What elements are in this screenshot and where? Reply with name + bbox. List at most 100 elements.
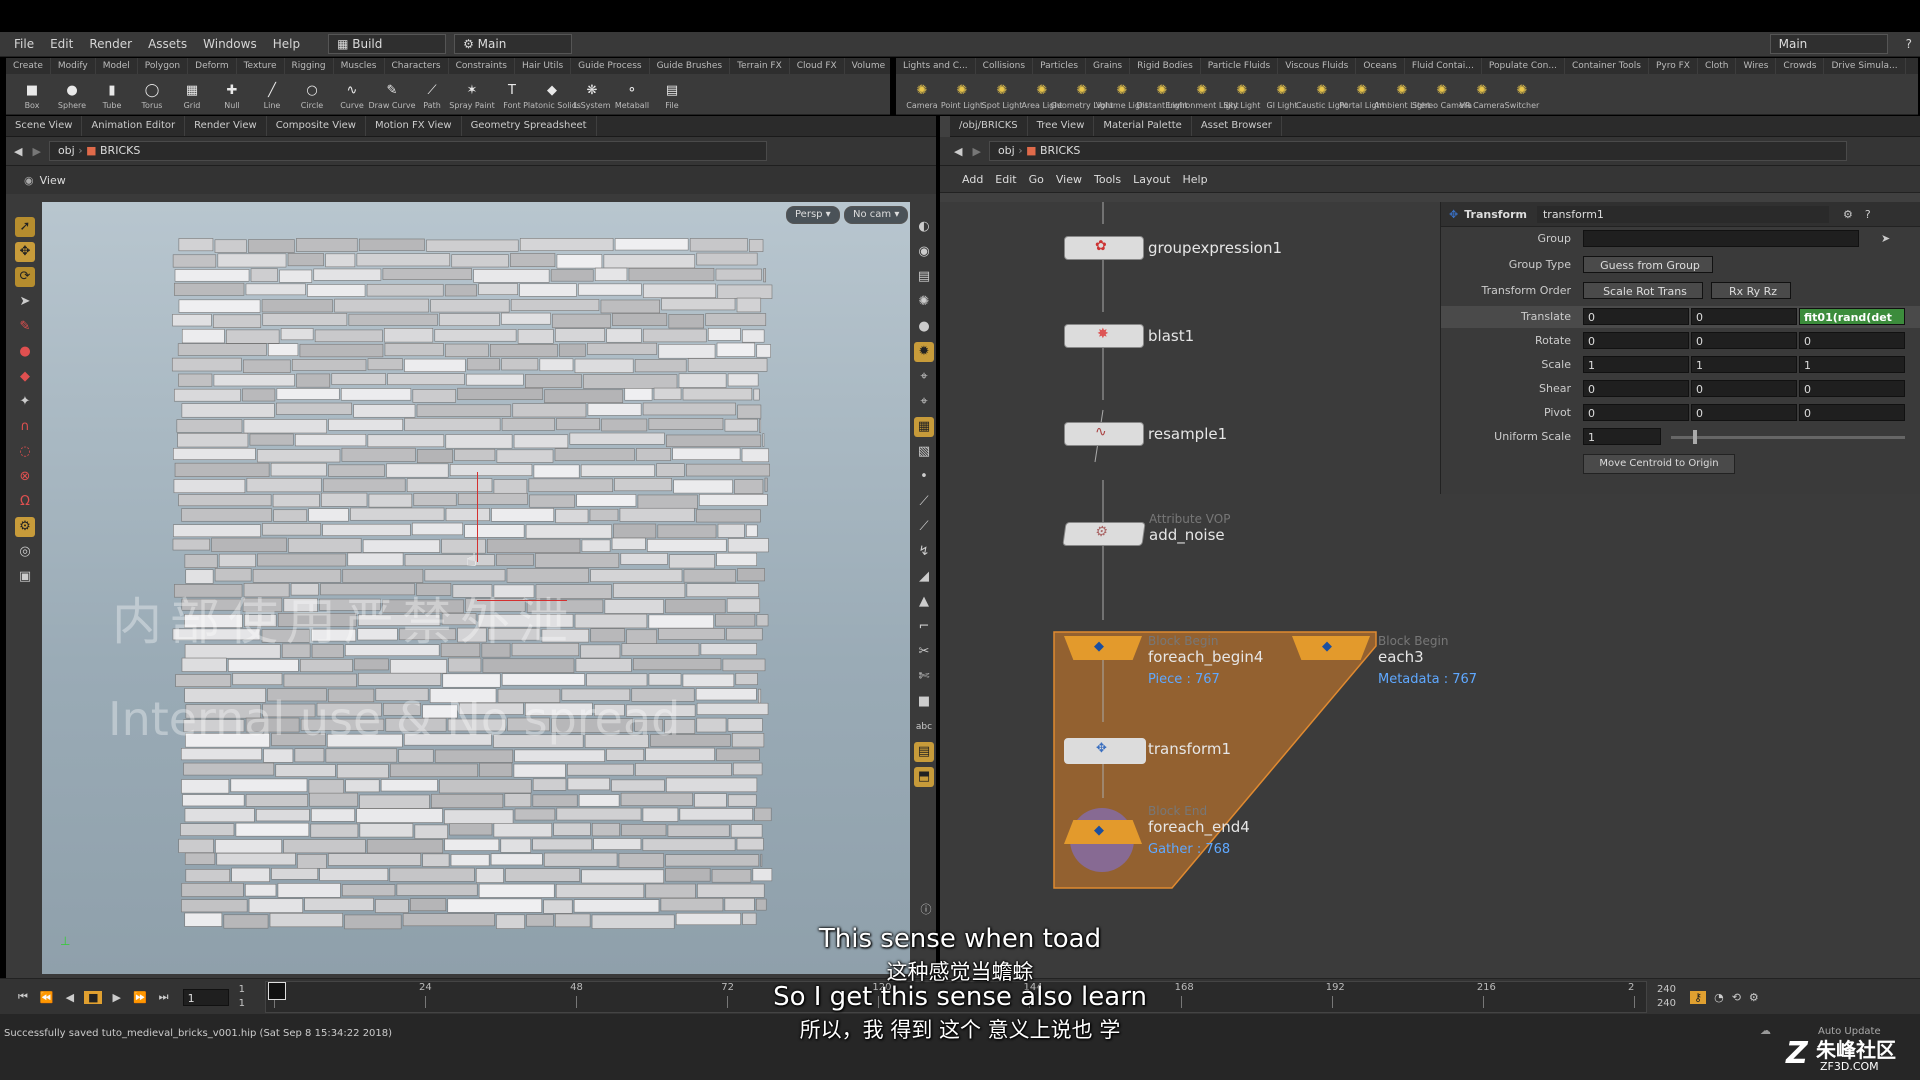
- square-icon[interactable]: ■: [914, 692, 934, 712]
- display-options-icon[interactable]: ◐: [914, 217, 934, 237]
- shear-y[interactable]: 0: [1691, 380, 1797, 397]
- lock-icon[interactable]: ▤: [914, 267, 934, 287]
- shear-x[interactable]: 0: [1583, 380, 1689, 397]
- uniform-scale-slider[interactable]: [1671, 436, 1905, 439]
- ghost-icon[interactable]: ▧: [914, 442, 934, 462]
- info-icon[interactable]: ⓘ: [916, 900, 936, 920]
- node-transform[interactable]: ✥: [1064, 738, 1146, 764]
- view-tool-icon[interactable]: ◎: [15, 542, 35, 562]
- shelf-tab[interactable]: Volume: [845, 58, 890, 74]
- help-icon[interactable]: ?: [1898, 32, 1920, 56]
- shelf-tool[interactable]: ∿ Curve: [332, 74, 372, 114]
- uniform-scale-slider-handle[interactable]: [1693, 430, 1697, 444]
- shelf-tool[interactable]: ✺ Switcher: [1502, 74, 1542, 114]
- shelf-tab[interactable]: Muscles: [334, 58, 385, 74]
- rotate-z[interactable]: 0: [1799, 332, 1905, 349]
- node-foreach-begin[interactable]: ◆: [1064, 636, 1142, 660]
- uv-icon[interactable]: ↯: [914, 542, 934, 562]
- pivot-x[interactable]: 0: [1583, 404, 1689, 421]
- forward-arrow-icon[interactable]: ▶: [32, 145, 40, 158]
- shelf-tab[interactable]: Hair Utils: [515, 58, 572, 74]
- back-arrow-icon[interactable]: ◀: [954, 145, 962, 158]
- right-context-dropdown[interactable]: Main: [1769, 34, 1888, 54]
- shelf-tool[interactable]: ⟋ Path: [412, 74, 452, 114]
- cut-icon[interactable]: ✂: [914, 642, 934, 662]
- shelf-tool[interactable]: ● Sphere: [52, 74, 92, 114]
- menu-file[interactable]: File: [0, 32, 42, 56]
- pane-tab[interactable]: Asset Browser: [1192, 116, 1282, 136]
- shading-icon[interactable]: ●: [914, 317, 934, 337]
- bucket-icon[interactable]: ▲: [914, 592, 934, 612]
- shelf-tool[interactable]: ✚ Null: [212, 74, 252, 114]
- scissors-icon[interactable]: ✄: [914, 667, 934, 687]
- pane-tab[interactable]: Motion FX View: [366, 116, 462, 136]
- rotate-y[interactable]: 0: [1691, 332, 1797, 349]
- menu-render[interactable]: Render: [81, 32, 140, 56]
- viewport-3d[interactable]: 内部使用严禁外泄 Internal use & No spread ☝ Pers…: [42, 202, 910, 974]
- scale-z[interactable]: 1: [1799, 356, 1905, 373]
- shelf-tool[interactable]: ✺ Stereo Camera: [1412, 74, 1472, 114]
- camera-tool-icon[interactable]: ▣: [15, 567, 35, 587]
- scene-path[interactable]: obj › ■ BRICKS: [48, 141, 767, 161]
- shelf-tab[interactable]: Collisions: [976, 58, 1034, 74]
- handle-tool-icon[interactable]: ✦: [15, 392, 35, 412]
- shelf-tab[interactable]: Polygon: [138, 58, 189, 74]
- normal-icon[interactable]: ⟋: [914, 492, 934, 512]
- shelf-tab[interactable]: Pyro FX: [1649, 58, 1698, 74]
- menu-help[interactable]: Help: [265, 32, 308, 56]
- shelf-tab[interactable]: Rigging: [285, 58, 334, 74]
- rotate-order-select[interactable]: Rx Ry Rz: [1711, 282, 1791, 299]
- persp-dropdown[interactable]: Persp ▾: [786, 206, 840, 224]
- pivot-y[interactable]: 0: [1691, 404, 1797, 421]
- shelf-tab[interactable]: Model: [96, 58, 138, 74]
- arrow-icon[interactable]: ➤: [1881, 232, 1890, 245]
- shelf-tab[interactable]: Guide Brushes: [650, 58, 731, 74]
- arrow-tool-icon[interactable]: ➤: [15, 292, 35, 312]
- shelf-tool[interactable]: ✺ Spot Light: [982, 74, 1023, 114]
- shelf-tool[interactable]: ◆ Platonic Solids: [523, 74, 581, 114]
- bulb-icon[interactable]: ✹: [914, 342, 934, 362]
- translate-z[interactable]: fit01(rand(det: [1799, 308, 1905, 325]
- shelf-tab[interactable]: Viscous Fluids: [1278, 58, 1357, 74]
- scale-x[interactable]: 1: [1583, 356, 1689, 373]
- node-groupexpression[interactable]: ✿: [1064, 236, 1144, 260]
- pin2-icon[interactable]: ⌖: [914, 392, 934, 412]
- shelf-tool[interactable]: ▮ Tube: [92, 74, 132, 114]
- shelf-tool[interactable]: ✺ Point Light: [941, 74, 983, 114]
- menu-edit[interactable]: Edit: [42, 32, 81, 56]
- network-menu-item[interactable]: Add: [956, 173, 989, 186]
- shelf-tab[interactable]: Characters: [385, 58, 449, 74]
- text-icon[interactable]: abc: [914, 717, 934, 737]
- shelf-tab[interactable]: Guide Process: [571, 58, 650, 74]
- network-menu-item[interactable]: Edit: [989, 173, 1022, 186]
- node-foreach-end[interactable]: ◆: [1064, 808, 1142, 872]
- lasso-tool-icon[interactable]: ◌: [15, 442, 35, 462]
- pane-tab[interactable]: Material Palette: [1094, 116, 1192, 136]
- move-tool-icon[interactable]: ✥: [15, 242, 35, 262]
- network-menu-item[interactable]: Go: [1023, 173, 1050, 186]
- transform-order-select[interactable]: Scale Rot Trans: [1583, 282, 1703, 299]
- shelf-tool[interactable]: ❋ L-System: [572, 74, 612, 114]
- pane-tab[interactable]: Render View: [185, 116, 267, 136]
- shelf-tool[interactable]: ◯ Torus: [132, 74, 172, 114]
- group-field[interactable]: [1583, 230, 1859, 247]
- shelf-tab[interactable]: Oceans: [1356, 58, 1405, 74]
- menu-windows[interactable]: Windows: [195, 32, 265, 56]
- rotate-x[interactable]: 0: [1583, 332, 1689, 349]
- translate-y[interactable]: 0: [1691, 308, 1797, 325]
- pane-tab[interactable]: Composite View: [267, 116, 366, 136]
- parm-node-name[interactable]: transform1: [1536, 205, 1829, 223]
- network-menu-item[interactable]: Layout: [1127, 173, 1176, 186]
- shelf-tab[interactable]: Cloud FX: [790, 58, 845, 74]
- shelf-tool[interactable]: ✺ Camera: [902, 74, 942, 114]
- node-each[interactable]: ◆: [1292, 636, 1370, 660]
- network-menu-item[interactable]: View: [1050, 173, 1088, 186]
- shelf-tab[interactable]: Drive Simula...: [1824, 58, 1906, 74]
- paint-tool-icon[interactable]: ●: [15, 342, 35, 362]
- shelf-tab[interactable]: Terrain FX: [730, 58, 790, 74]
- back-arrow-icon[interactable]: ◀: [14, 145, 22, 158]
- shelf-tab[interactable]: Create: [6, 58, 51, 74]
- node-resample[interactable]: ∿: [1064, 422, 1144, 446]
- sculpt-tool-icon[interactable]: ◆: [15, 367, 35, 387]
- pane-tab[interactable]: /obj/BRICKS: [950, 116, 1028, 136]
